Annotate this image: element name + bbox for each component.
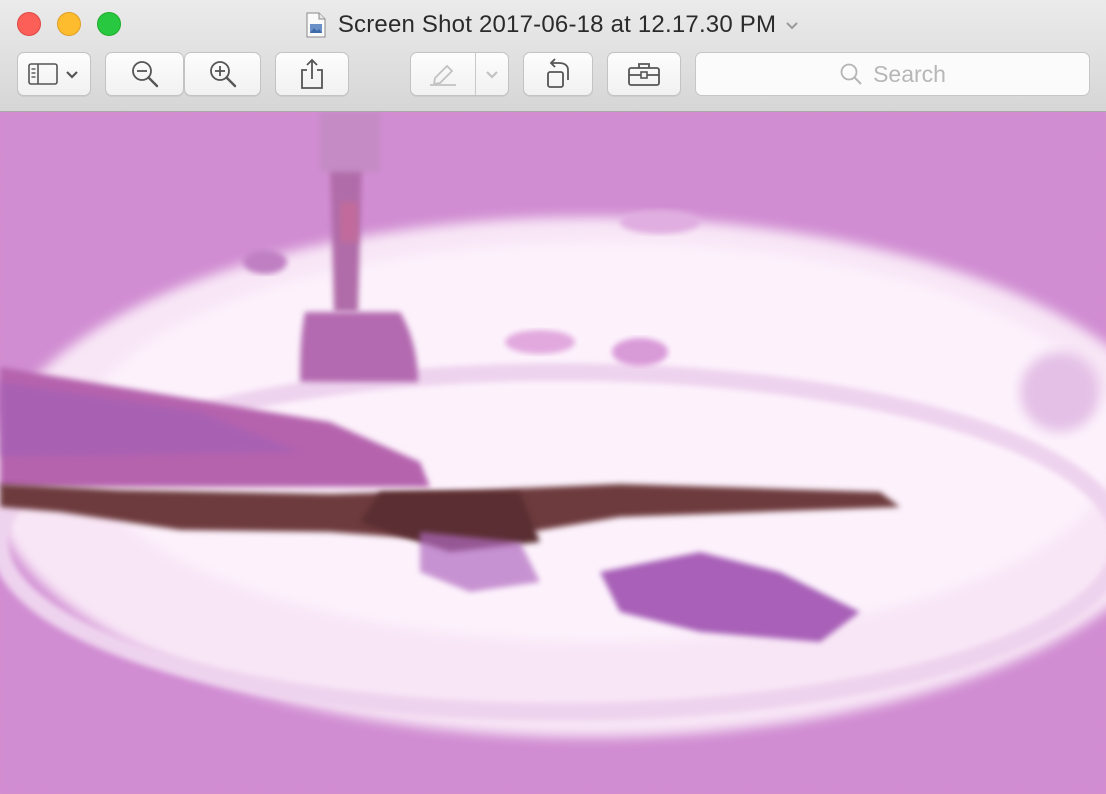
document-view[interactable]: [0, 112, 1106, 794]
markup-toolbar-button[interactable]: [607, 52, 681, 96]
chevron-down-icon: [66, 71, 78, 79]
search-icon: [840, 63, 862, 85]
markup-pen-segment[interactable]: [411, 53, 475, 95]
rotate-button[interactable]: [523, 52, 593, 96]
sidebar-icon: [28, 63, 58, 85]
window-title[interactable]: Screen Shot 2017-06-18 at 12.17.30 PM: [338, 11, 776, 39]
zoom-in-icon: [209, 61, 236, 88]
markup-menu-segment[interactable]: [476, 53, 508, 95]
title-bar[interactable]: Screen Shot 2017-06-18 at 12.17.30 PM Se…: [0, 0, 1106, 112]
chevron-down-icon[interactable]: [784, 19, 800, 31]
toolbox-icon: [628, 63, 660, 86]
markup-button[interactable]: [410, 52, 509, 96]
share-icon: [301, 58, 323, 89]
sidebar-toggle-button[interactable]: [17, 52, 91, 96]
share-button[interactable]: [275, 52, 349, 96]
search-placeholder: Search: [873, 60, 946, 87]
pen-icon: [430, 64, 456, 86]
search-field[interactable]: Search: [695, 52, 1090, 96]
chevron-down-icon: [486, 71, 498, 79]
zoom-out-icon: [131, 61, 158, 88]
zoom-in-button[interactable]: [184, 52, 261, 96]
window-title-group: Screen Shot 2017-06-18 at 12.17.30 PM: [0, 9, 1106, 41]
zoom-out-button[interactable]: [105, 52, 184, 96]
rotate-left-icon: [547, 58, 569, 88]
preview-window: Screen Shot 2017-06-18 at 12.17.30 PM Se…: [0, 0, 1106, 794]
document-image: [0, 112, 1106, 794]
document-image-icon: [306, 12, 326, 38]
